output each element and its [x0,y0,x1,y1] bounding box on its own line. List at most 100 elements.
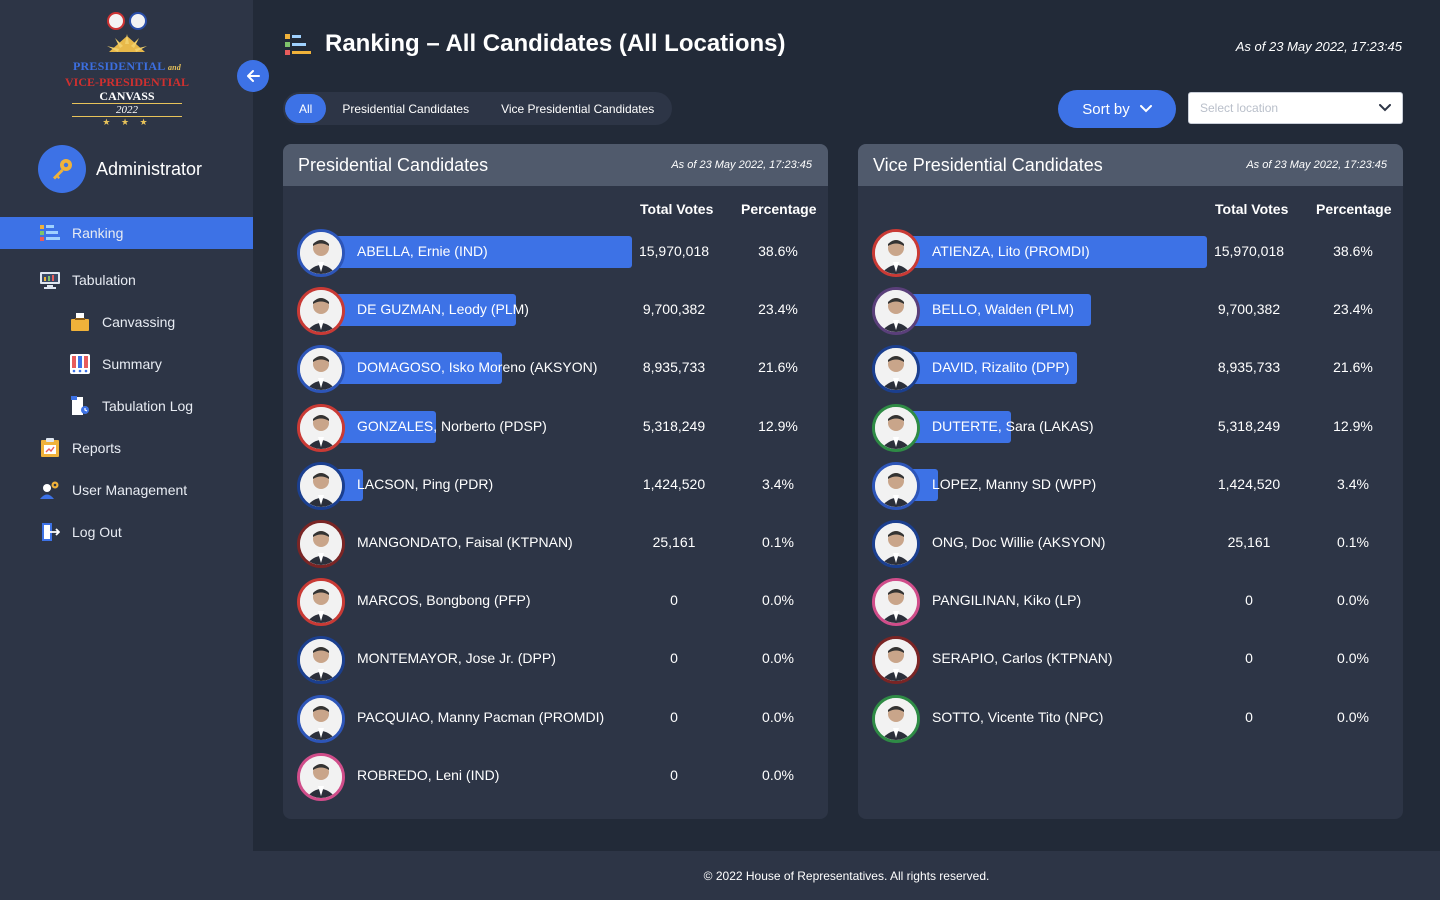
panel-title: Vice Presidential Candidates [873,154,1103,175]
candidate-votes: 8,935,733 [642,359,706,376]
sidebar-item-user-management[interactable]: User Management [0,469,253,511]
candidate-row[interactable]: GONZALES, Norberto (PDSP) 5,318,249 12.9% [297,403,828,461]
log-icon [69,396,91,416]
candidate-avatar [872,403,920,452]
candidate-votes: 25,161 [652,533,696,550]
candidate-row[interactable]: MONTEMAYOR, Jose Jr. (DPP) 0 0.0% [297,635,828,693]
candidate-row[interactable]: SERAPIO, Carlos (KTPNAN) 0 0.0% [872,635,1403,693]
location-select[interactable]: Select location [1188,92,1403,124]
candidate-avatar [297,287,345,336]
candidate-votes: 0 [670,708,678,725]
logo-text-canvass: CANVASS [99,89,155,103]
chevron-down-icon [1139,105,1152,113]
candidate-percentage: 23.4% [758,301,798,318]
sidebar-item-reports[interactable]: Reports [0,427,253,469]
collapse-sidebar-button[interactable] [237,60,269,92]
candidate-name: MONTEMAYOR, Jose Jr. (DPP) [357,650,556,667]
candidate-row[interactable]: PANGILINAN, Kiko (LP) 0 0.0% [872,577,1403,635]
candidate-name: PACQUIAO, Manny Pacman (PROMDI) [357,708,605,725]
candidate-row[interactable]: DAVID, Rizalito (DPP) 8,935,733 21.6% [872,344,1403,402]
candidate-row[interactable]: DOMAGOSO, Isko Moreno (AKSYON) 8,935,733 2… [297,344,828,402]
candidate-row[interactable]: BELLO, Walden (PLM) 9,700,382 23.4% [872,286,1403,344]
candidate-percentage: 0.0% [1337,650,1369,667]
candidate-votes: 8,935,733 [1217,359,1281,376]
candidate-percentage: 0.0% [762,708,794,725]
candidate-row[interactable]: DUTERTE, Sara (LAKAS) 5,318,249 12.9% [872,403,1403,461]
candidate-name: MANGONDATO, Faisal (KTPNAN) [357,533,573,550]
sidebar-item-label: Reports [72,440,122,456]
logout-icon [39,522,61,542]
house-seal-icon [129,12,147,30]
candidate-avatar [297,403,345,452]
sidebar-item-label: Tabulation [72,272,136,288]
logo-text-and: and [167,63,182,72]
tab-presidential[interactable]: Presidential Candidates [326,94,485,123]
candidate-avatar [297,694,345,743]
arrow-left-icon [247,70,260,82]
candidate-percentage: 0.0% [1337,592,1369,609]
candidate-name: SERAPIO, Carlos (KTPNAN) [932,650,1113,667]
sidebar: PRESIDENTIAL and VICE-PRESIDENTIAL CANVA… [0,0,253,900]
column-header-percentage: Percentage [741,201,817,217]
candidate-avatar [872,461,920,510]
candidate-row[interactable]: ROBREDO, Leni (IND) 0 0.0% [297,752,828,810]
chevron-down-icon [1379,104,1391,112]
presidential-candidate-list: ABELLA, Ernie (IND) 15,970,018 38.6% DE GUZ… [297,228,828,810]
sidebar-item-tabulation[interactable]: Tabulation [0,259,253,301]
candidate-votes: 9,700,382 [1217,301,1281,318]
candidate-votes: 0 [1245,708,1253,725]
candidate-row[interactable]: MANGONDATO, Faisal (KTPNAN) 25,161 0.1% [297,519,828,577]
location-placeholder: Select location [1200,101,1279,115]
candidate-row[interactable]: LACSON, Ping (PDR) 1,424,520 3.4% [297,461,828,519]
candidate-votes: 1,424,520 [642,475,706,492]
sidebar-item-label: Canvassing [102,314,176,330]
sidebar-item-label: Summary [102,356,162,372]
sidebar-item-log-out[interactable]: Log Out [0,511,253,553]
candidate-row[interactable]: ATIENZA, Lito (PROMDI) 15,970,018 38.6% [872,228,1403,286]
candidate-votes: 0 [1245,592,1253,609]
sidebar-item-tabulation-log[interactable]: Tabulation Log [0,385,253,427]
sidebar-nav: Ranking Tabulation Canvassing Summary Ta… [0,217,253,553]
candidate-percentage: 21.6% [1333,359,1373,376]
sidebar-item-summary[interactable]: Summary [0,343,253,385]
candidate-percentage: 21.6% [758,359,798,376]
candidate-avatar [297,578,345,627]
candidate-avatar [297,229,345,277]
column-header-total-votes: Total Votes [640,201,714,217]
tab-all[interactable]: All [285,94,327,123]
column-header-percentage: Percentage [1316,201,1392,217]
vice-presidential-candidate-list: ATIENZA, Lito (PROMDI) 15,970,018 38.6% BEL… [872,228,1403,752]
candidate-row[interactable]: ABELLA, Ernie (IND) 15,970,018 38.6% [297,228,828,286]
candidate-votes: 5,318,249 [642,417,706,434]
candidate-avatar [872,694,920,743]
candidate-name: ONG, Doc Willie (AKSYON) [932,533,1106,550]
summary-icon [69,354,91,374]
candidate-avatar [297,636,345,685]
candidate-row[interactable]: SOTTO, Vicente Tito (NPC) 0 0.0% [872,694,1403,752]
ranking-icon [39,223,61,243]
panel-timestamp: As of 23 May 2022, 17:23:45 [671,159,812,171]
candidate-name: ATIENZA, Lito (PROMDI) [932,243,1090,259]
tab-vice-presidential[interactable]: Vice Presidential Candidates [485,94,670,123]
candidate-avatar [872,229,920,277]
candidate-row[interactable]: PACQUIAO, Manny Pacman (PROMDI) 0 0.0% [297,694,828,752]
candidate-percentage: 12.9% [1333,417,1373,434]
candidate-name: ROBREDO, Leni (IND) [357,766,500,783]
candidate-votes: 0 [670,592,678,609]
sidebar-item-ranking[interactable]: Ranking [0,217,253,249]
column-header-total-votes: Total Votes [1215,201,1289,217]
sidebar-item-canvassing[interactable]: Canvassing [0,301,253,343]
page-title: Ranking – All Candidates (All Locations) [325,30,786,57]
candidate-row[interactable]: MARCOS, Bongbong (PFP) 0 0.0% [297,577,828,635]
candidate-votes: 5,318,249 [1217,417,1281,434]
candidate-avatar [872,636,920,685]
candidate-row[interactable]: LOPEZ, Manny SD (WPP) 1,424,520 3.4% [872,461,1403,519]
candidate-row[interactable]: DE GUZMAN, Leody (PLM) 9,700,382 23.4% [297,286,828,344]
sort-by-button[interactable]: Sort by [1058,90,1176,128]
candidate-votes: 25,161 [1227,533,1271,550]
sidebar-item-label: Log Out [72,524,122,540]
candidate-row[interactable]: ONG, Doc Willie (AKSYON) 25,161 0.1% [872,519,1403,577]
ranking-icon [285,34,311,55]
candidate-avatar [872,519,920,568]
candidate-name: DOMAGOSO, Isko Moreno (AKSYON) [357,359,598,376]
